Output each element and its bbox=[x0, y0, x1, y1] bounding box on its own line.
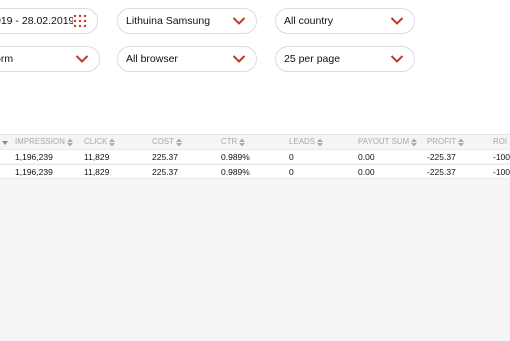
country-select[interactable]: All country bbox=[275, 8, 415, 34]
chevron-down-icon bbox=[232, 16, 246, 26]
platform-value: orm bbox=[0, 53, 14, 65]
leads-cell: 0 bbox=[289, 167, 294, 177]
impression-cell: 1,196,239 bbox=[15, 167, 53, 177]
sort-icon bbox=[411, 138, 418, 146]
profit-cell: -225.37 bbox=[427, 152, 456, 162]
leads-cell: 0 bbox=[289, 152, 294, 162]
browser-select[interactable]: All browser bbox=[117, 46, 257, 72]
header-label: CLICK bbox=[84, 137, 108, 146]
header-click[interactable]: CLICK bbox=[84, 135, 116, 149]
sort-icon bbox=[317, 138, 324, 146]
browser-value: All browser bbox=[126, 53, 178, 65]
filters-panel: 019 - 28.02.2019 Lithuina Samsung All co… bbox=[0, 0, 510, 115]
header-profit[interactable]: PROFIT bbox=[427, 135, 465, 149]
sort-icon bbox=[176, 138, 183, 146]
chevron-down-icon bbox=[232, 54, 246, 64]
calendar-grid-icon bbox=[73, 14, 87, 28]
header-leads[interactable]: LEADS bbox=[289, 135, 324, 149]
profit-cell: -225.37 bbox=[427, 167, 456, 177]
ctr-cell: 0.989% bbox=[221, 167, 250, 177]
table-row: 1,196,239 11,829 225.37 0.989% 0 0.00 -2… bbox=[0, 149, 510, 163]
roi-cell: -100 bbox=[493, 152, 510, 162]
header-label: LEADS bbox=[289, 137, 316, 146]
chevron-down-icon bbox=[390, 16, 404, 26]
table-header-row: IMPRESSION CLICK COST CTR LEADS PAYOUT S… bbox=[0, 135, 510, 149]
campaign-select[interactable]: Lithuina Samsung bbox=[117, 8, 257, 34]
chevron-down-icon bbox=[75, 54, 89, 64]
header-label: ROI bbox=[493, 137, 508, 146]
sort-icon bbox=[109, 138, 116, 146]
header-cost[interactable]: COST bbox=[152, 135, 183, 149]
impression-cell: 1,196,239 bbox=[15, 152, 53, 162]
sort-icon bbox=[66, 138, 73, 146]
per-page-select[interactable]: 25 per page bbox=[275, 46, 415, 72]
header-label: PAYOUT SUM bbox=[358, 137, 410, 146]
header-impression[interactable]: IMPRESSION bbox=[15, 135, 73, 149]
chevron-down-icon bbox=[390, 54, 404, 64]
ctr-cell: 0.989% bbox=[221, 152, 250, 162]
roi-cell: -100 bbox=[493, 167, 510, 177]
header-roi[interactable]: ROI bbox=[493, 135, 507, 149]
payout-sum-cell: 0.00 bbox=[358, 152, 375, 162]
payout-sum-cell: 0.00 bbox=[358, 167, 375, 177]
campaign-value: Lithuina Samsung bbox=[126, 15, 211, 27]
platform-select[interactable]: orm bbox=[0, 46, 100, 72]
date-range-value: 019 - 28.02.2019 bbox=[0, 15, 73, 27]
country-value: All country bbox=[284, 15, 334, 27]
header-payout-sum[interactable]: PAYOUT SUM bbox=[358, 135, 418, 149]
sort-down-icon[interactable] bbox=[2, 135, 8, 149]
header-label: COST bbox=[152, 137, 175, 146]
cost-cell: 225.37 bbox=[152, 167, 178, 177]
date-range-picker[interactable]: 019 - 28.02.2019 bbox=[0, 8, 98, 34]
sort-icon bbox=[239, 138, 246, 146]
table-row: 1,196,239 11,829 225.37 0.989% 0 0.00 -2… bbox=[0, 164, 510, 179]
per-page-value: 25 per page bbox=[284, 53, 341, 65]
click-cell: 11,829 bbox=[84, 152, 110, 162]
header-label: IMPRESSION bbox=[15, 137, 65, 146]
cost-cell: 225.37 bbox=[152, 152, 178, 162]
sort-icon bbox=[458, 138, 465, 146]
stats-table: IMPRESSION CLICK COST CTR LEADS PAYOUT S… bbox=[0, 134, 510, 341]
click-cell: 11,829 bbox=[84, 167, 110, 177]
header-ctr[interactable]: CTR bbox=[221, 135, 246, 149]
header-label: PROFIT bbox=[427, 137, 457, 146]
header-label: CTR bbox=[221, 137, 238, 146]
